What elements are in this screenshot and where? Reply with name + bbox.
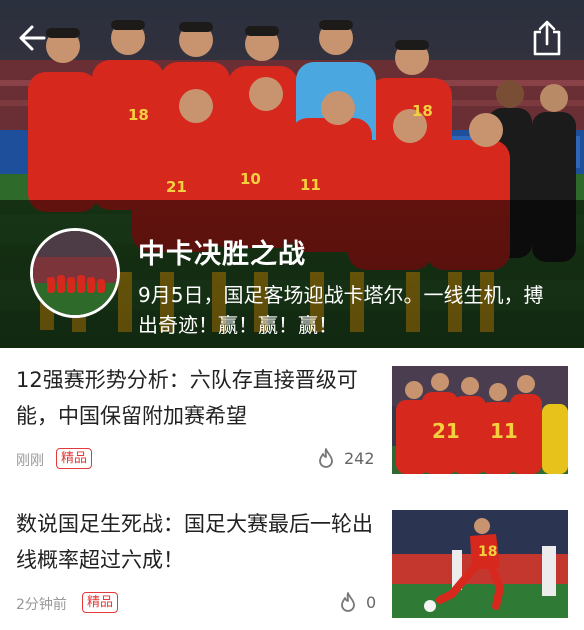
publish-time: 刚刚 [16,453,44,469]
back-arrow-icon [19,25,46,51]
jersey-number: 18 [412,102,433,120]
share-icon [533,20,561,56]
quality-badge: 精品 [56,448,93,469]
news-item[interactable]: 12强赛形势分析：六队存直接晋级可能，中国保留附加赛希望 刚刚 精品 242 2… [0,352,584,504]
jersey-number: 18 [478,544,497,560]
news-item[interactable]: 数说国足生死战：国足大赛最后一轮出线概率超过六成！ 2分钟前 精品 0 18 [0,496,584,630]
news-thumbnail: 21 11 [392,366,568,474]
quality-badge: 精品 [82,592,119,613]
jersey-number: 10 [240,170,261,188]
hero-title: 中卡决胜之战 [138,239,306,270]
jersey-number: 18 [128,106,149,124]
fire-icon [341,592,355,612]
news-title: 数说国足生死战：国足大赛最后一轮出线概率超过六成！ [16,512,373,572]
news-thumbnail: 18 [392,510,568,618]
stadium-thumbnail [33,231,117,315]
topic-avatar[interactable] [30,228,120,318]
celebration-photo: 21 11 [392,366,568,474]
back-button[interactable] [16,18,56,58]
match-action-photo: 18 [392,510,568,618]
news-meta: 刚刚 精品 242 [16,448,376,470]
publish-time: 2分钟前 [16,597,67,613]
jersey-number: 11 [490,419,518,443]
jersey-number: 11 [300,176,321,194]
news-meta: 2分钟前 精品 0 [16,592,376,614]
hero-banner[interactable]: 18 18 21 11 10 中卡决胜之战 9月5日，国足客场迎战卡塔尔。一线生… [0,0,584,348]
jersey-number: 21 [432,419,460,443]
share-button[interactable] [526,18,568,58]
heat-count: 0 [366,593,377,612]
hero-description: 9月5日，国足客场迎战卡塔尔。一线生机，搏出奇迹！赢！赢！赢！ [138,283,544,337]
fire-icon [319,448,333,468]
heat-count: 242 [344,449,375,468]
jersey-number: 21 [166,178,187,196]
news-title: 12强赛形势分析：六队存直接晋级可能，中国保留附加赛希望 [16,368,358,428]
